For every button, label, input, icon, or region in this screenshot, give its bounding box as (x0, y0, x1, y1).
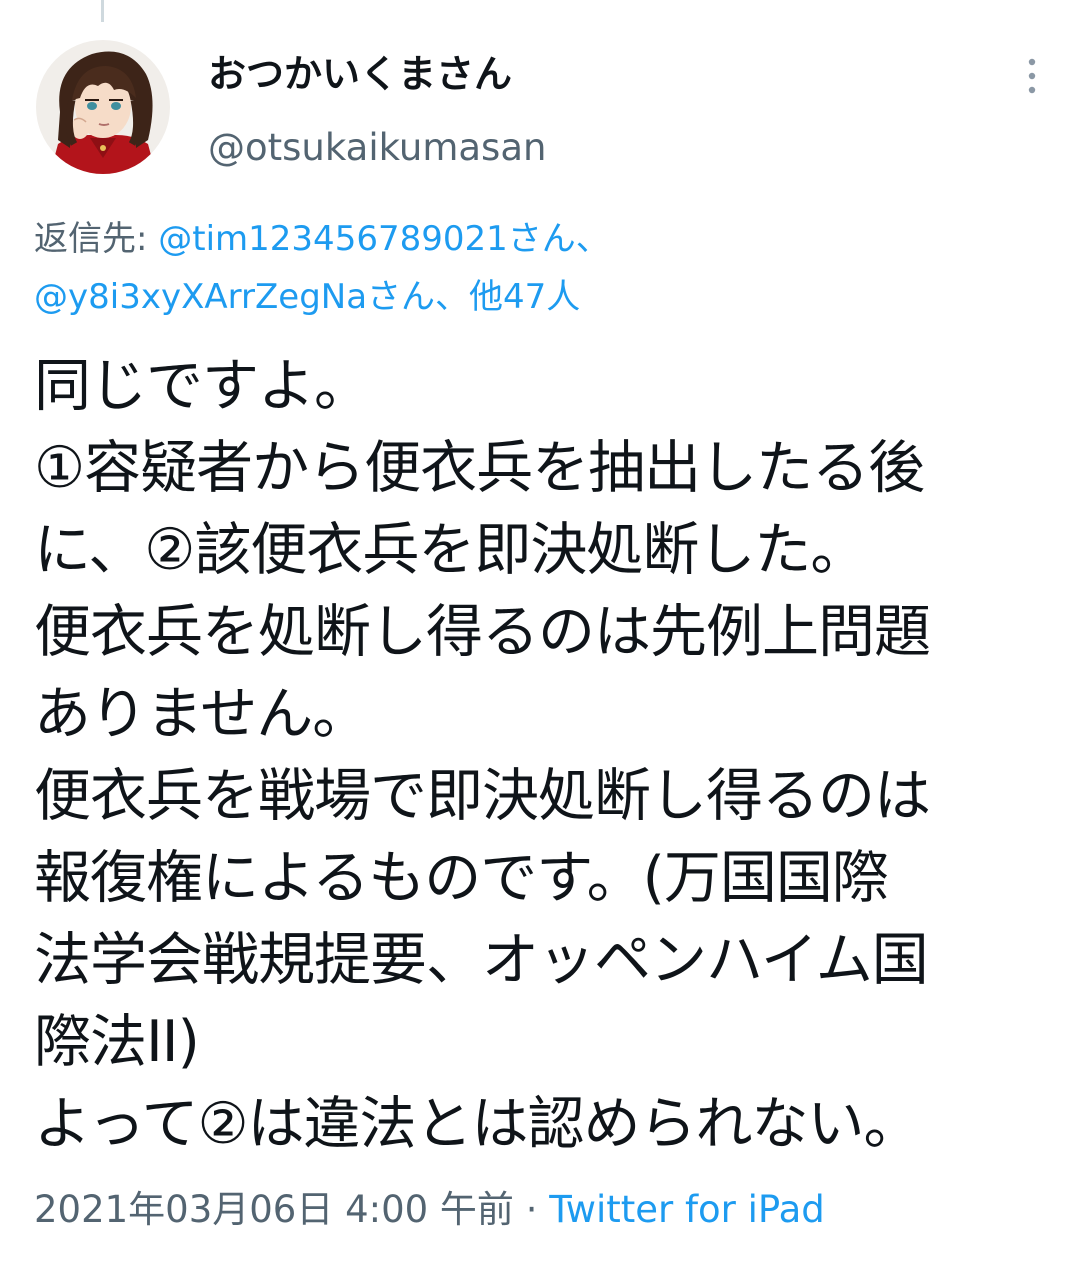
meta-separator: · (513, 1188, 550, 1231)
author-handle[interactable]: @otsukaikumasan (208, 122, 546, 174)
tweet-text-line: ①容疑者から便衣兵を抽出したる後 (34, 435, 925, 501)
more-vertical-icon (1028, 58, 1036, 94)
tweet-text-line: 際法II) (34, 1009, 200, 1075)
avatar[interactable] (36, 40, 170, 174)
tweet-header: おつかいくまさん @otsukaikumasan (36, 40, 1046, 180)
author-names: おつかいくまさん @otsukaikumasan (208, 48, 546, 174)
tweet-text-line: よって②は違法とは認められない。 (34, 1091, 921, 1157)
reply-context-line-1: 返信先: @tim123456789021さん、 (34, 210, 1044, 268)
tweet-text-line: 便衣兵を戦場で即決処断し得るのは (34, 763, 931, 829)
tweet-meta: 2021年03月06日 4:00 午前 · Twitter for iPad (34, 1180, 825, 1240)
tweet-text-line: ありません。 (34, 681, 369, 747)
reply-context-line-2: @y8i3xyXArrZegNaさん、他47人 (34, 268, 1044, 326)
anime-girl-avatar-icon (36, 40, 170, 174)
tweet-text: 同じですよ。 ①容疑者から便衣兵を抽出したる後 に、②該便衣兵を即決処断した。 … (34, 345, 1064, 1165)
tweet-text-line: 報復権によるものです。(万国国際 (34, 845, 889, 911)
reply-user-link-2[interactable]: @y8i3xyXArrZegNaさん、 (34, 277, 469, 317)
author-display-name[interactable]: おつかいくまさん (208, 48, 546, 100)
tweet-text-line: に、②該便衣兵を即決処断した。 (34, 517, 867, 583)
tweet-source-link[interactable]: Twitter for iPad (549, 1188, 825, 1231)
reply-prefix: 返信先: (34, 219, 159, 259)
reply-context: 返信先: @tim123456789021さん、 @y8i3xyXArrZegN… (34, 210, 1044, 326)
thread-connector-line (101, 0, 104, 22)
reply-user-link-1[interactable]: @tim123456789021さん、 (158, 219, 609, 259)
tweet-text-line: 便衣兵を処断し得るのは先例上問題 (34, 599, 931, 665)
tweet-timestamp[interactable]: 2021年03月06日 4:00 午前 (34, 1188, 514, 1231)
tweet-text-line: 同じですよ。 (34, 353, 371, 419)
more-options-button[interactable] (1018, 54, 1046, 98)
reply-others-link[interactable]: 他47人 (469, 277, 580, 317)
tweet-text-line: 法学会戦規提要、オッペンハイム国 (34, 927, 929, 993)
